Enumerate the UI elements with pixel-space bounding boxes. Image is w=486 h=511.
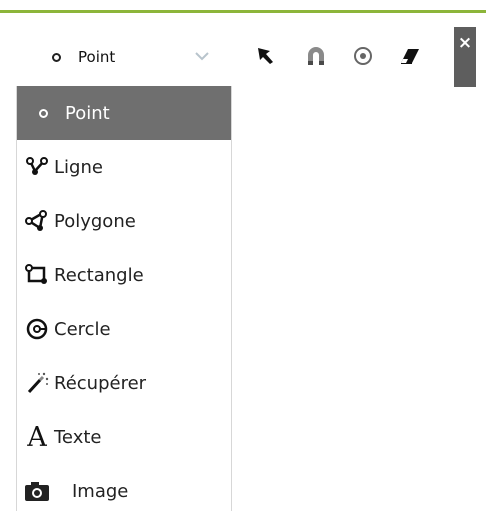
menu-item-cercle[interactable]: Cercle	[17, 302, 231, 356]
menu-item-point[interactable]: Point	[17, 86, 231, 140]
rectangle-draw-icon	[22, 264, 52, 286]
menu-item-label: Image	[72, 480, 129, 502]
menu-item-texte[interactable]: A Texte	[17, 410, 231, 464]
menu-item-label: Point	[65, 102, 110, 124]
circle-draw-icon	[22, 317, 52, 341]
close-button[interactable]: ×	[454, 27, 476, 87]
magnet-snap-icon[interactable]	[303, 43, 329, 69]
menu-item-label: Récupérer	[54, 372, 147, 394]
draw-toolbar: Point ×	[16, 27, 476, 87]
menu-item-rectangle[interactable]: Rectangle	[17, 248, 231, 302]
menu-item-polygone[interactable]: Polygone	[17, 194, 231, 248]
menu-item-ligne[interactable]: Ligne	[17, 140, 231, 194]
geometry-type-selected-label: Point	[78, 48, 116, 66]
text-A-icon: A	[27, 421, 47, 453]
menu-item-label: Polygone	[54, 210, 136, 232]
select-arrow-icon[interactable]	[253, 43, 279, 69]
chevron-down-icon	[195, 52, 209, 61]
geometry-type-dropdown: Point Ligne Polygone Rectangle Cercle Ré…	[16, 86, 232, 511]
accent-top-line	[0, 10, 486, 13]
menu-item-label: Texte	[54, 426, 102, 448]
line-draw-icon	[22, 156, 52, 178]
menu-item-label: Cercle	[54, 318, 111, 340]
menu-item-label: Ligne	[54, 156, 103, 178]
menu-item-label: Rectangle	[54, 264, 144, 286]
close-label: ×	[457, 33, 473, 53]
magic-wand-icon	[22, 371, 52, 395]
menu-item-recuperer[interactable]: Récupérer	[17, 356, 231, 410]
target-circle-icon[interactable]	[350, 43, 376, 69]
geometry-type-select[interactable]: Point	[16, 27, 238, 87]
menu-item-image[interactable]: Image	[17, 464, 231, 511]
camera-icon	[22, 480, 52, 502]
point-dot-icon	[52, 52, 61, 62]
eraser-icon[interactable]	[397, 43, 423, 69]
polygon-draw-icon	[22, 210, 52, 232]
point-dot-icon	[39, 108, 48, 118]
